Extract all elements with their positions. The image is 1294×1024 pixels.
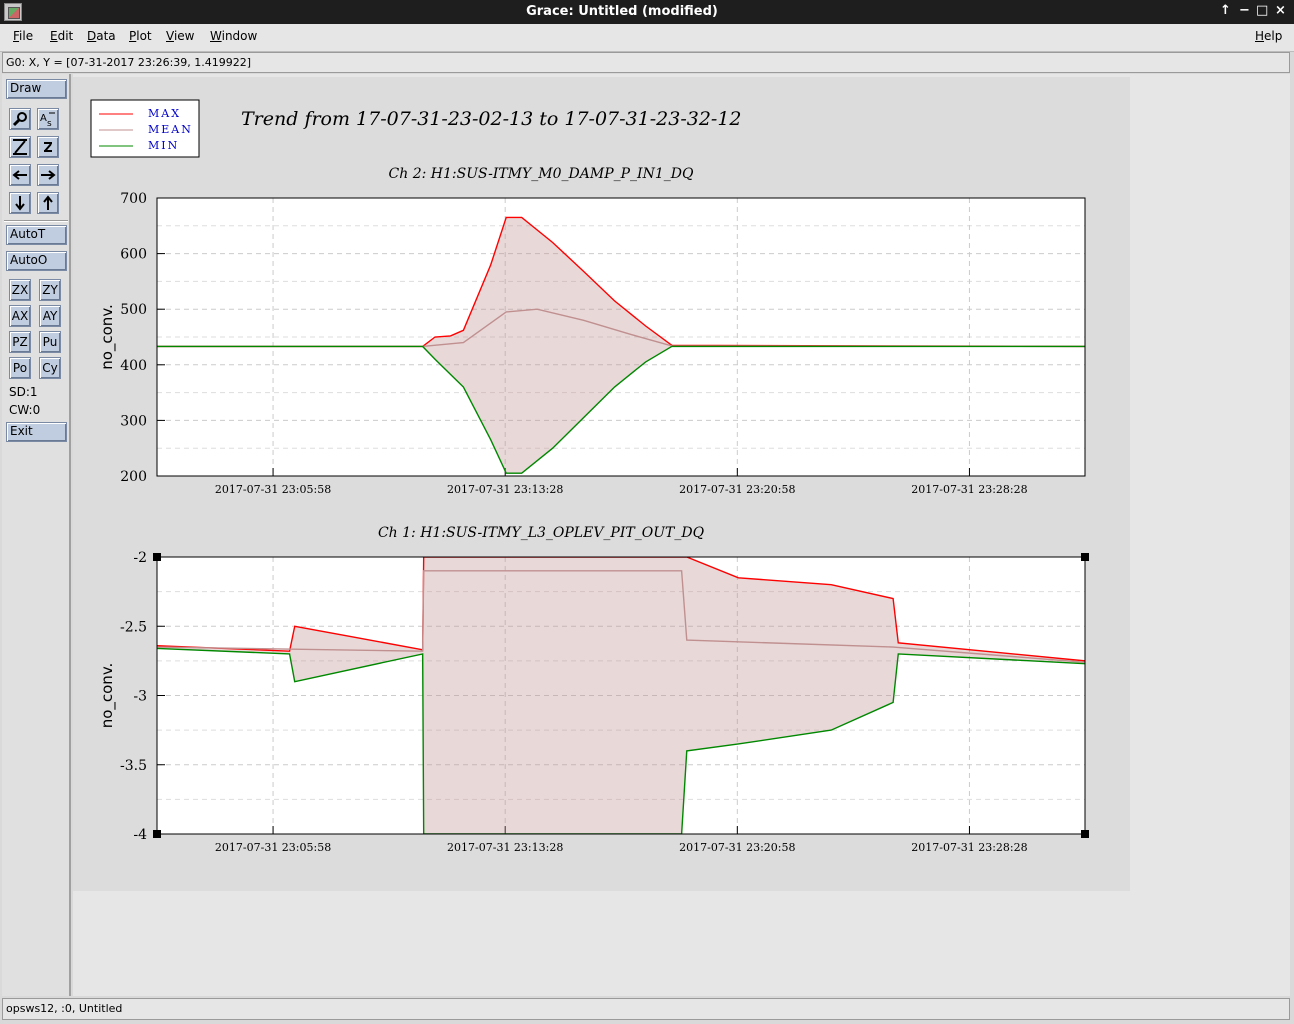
window-title: Grace: Untitled (modified) <box>526 4 718 19</box>
y-tick-label: 700 <box>120 191 147 207</box>
selection-handle[interactable] <box>1081 553 1089 561</box>
menu-edit[interactable]: Edit <box>50 29 73 43</box>
menu-data[interactable]: Data <box>87 29 116 43</box>
x-tick-label: 2017-07-31 23:13:28 <box>447 841 563 854</box>
minimize-window-icon[interactable]: − <box>1239 3 1250 18</box>
autoscale-x-button[interactable]: AX <box>9 305 31 327</box>
zoom-in-icon[interactable] <box>9 136 31 158</box>
x-tick-label: 2017-07-31 23:28:28 <box>911 841 1027 854</box>
legend-label-mean: MEAN <box>148 123 193 136</box>
menu-view[interactable]: View <box>166 29 194 43</box>
autoscale-text-icon[interactable]: As <box>37 108 59 130</box>
chart-title: Ch 2: H1:SUS-ITMY_M0_DAMP_P_IN1_DQ <box>389 166 694 182</box>
svg-text:A: A <box>40 113 47 124</box>
left-arrow-icon[interactable] <box>9 164 31 186</box>
y-tick-label: -3.5 <box>120 758 147 774</box>
up-arrow-icon[interactable] <box>37 192 59 214</box>
zoom-y-button[interactable]: ZY <box>39 279 61 301</box>
current-world-label: CW:0 <box>9 403 41 417</box>
y-tick-label: 300 <box>120 413 147 429</box>
x-tick-label: 2017-07-31 23:20:58 <box>679 841 795 854</box>
legend-label-max: MAX <box>148 107 181 120</box>
y-tick-label: -2 <box>133 550 147 566</box>
tool-panel: Draw As AutoT AutoO ZX ZY AX AY PZ Pu Po… <box>2 74 71 996</box>
push-button[interactable]: Pu <box>39 331 61 353</box>
status-bar: opsws12, :0, Untitled <box>2 998 1290 1020</box>
menu-window[interactable]: Window <box>210 29 257 43</box>
x-tick-label: 2017-07-31 23:13:28 <box>447 483 563 496</box>
menu-file[interactable]: File <box>13 29 33 43</box>
svg-text:s: s <box>47 119 52 127</box>
zoom-x-button[interactable]: ZX <box>9 279 31 301</box>
y-tick-label: 400 <box>120 358 147 374</box>
selection-handle[interactable] <box>153 830 161 838</box>
y-tick-label: -2.5 <box>120 619 147 635</box>
stack-depth-label: SD:1 <box>9 385 38 399</box>
right-arrow-icon[interactable] <box>37 164 59 186</box>
chart-ch1[interactable]: Ch 1: H1:SUS-ITMY_L3_OPLEV_PIT_OUT_DQ -2 -… <box>98 525 1089 854</box>
autotick-button[interactable]: AutoT <box>6 225 67 245</box>
raise-window-icon[interactable]: ↑ <box>1220 3 1231 18</box>
x-tick-label: 2017-07-31 23:28:28 <box>911 483 1027 496</box>
menu-bar: File Edit Data Plot View Window Help <box>0 24 1294 52</box>
close-window-icon[interactable]: × <box>1275 3 1286 18</box>
down-arrow-icon[interactable] <box>9 192 31 214</box>
chart-title: Ch 1: H1:SUS-ITMY_L3_OPLEV_PIT_OUT_DQ <box>378 525 705 541</box>
toolbar-separator <box>4 220 68 222</box>
y-tick-label: 500 <box>120 302 147 318</box>
chart-ch2[interactable]: Ch 2: H1:SUS-ITMY_M0_DAMP_P_IN1_DQ 700 600… <box>98 166 1086 496</box>
push-zoom-button[interactable]: PZ <box>9 331 31 353</box>
legend-label-min: MIN <box>148 139 179 152</box>
autoscale-button[interactable]: AutoO <box>6 251 67 271</box>
x-tick-label: 2017-07-31 23:05:58 <box>215 483 331 496</box>
y-tick-label: 600 <box>120 247 147 263</box>
plot-main-title: Trend from 17-07-31-23-02-13 to 17-07-31… <box>241 108 742 130</box>
selection-handle[interactable] <box>1081 830 1089 838</box>
window-titlebar: Grace: Untitled (modified) ↑ − □ × <box>0 0 1294 24</box>
menu-help[interactable]: Help <box>1255 29 1282 43</box>
selection-handle[interactable] <box>153 553 161 561</box>
zoom-out-icon[interactable] <box>37 136 59 158</box>
draw-button[interactable]: Draw <box>6 79 67 99</box>
y-axis-label: no_conv. <box>98 663 117 729</box>
menu-plot[interactable]: Plot <box>129 29 152 43</box>
y-tick-label: -3 <box>133 689 147 705</box>
graph-page[interactable]: MAX MEAN MIN Trend from 17-07-31-23-02-1… <box>73 77 1130 891</box>
cycle-button[interactable]: Cy <box>39 357 61 379</box>
maximize-window-icon[interactable]: □ <box>1256 3 1268 18</box>
pop-button[interactable]: Po <box>9 357 31 379</box>
zoom-icon[interactable] <box>9 108 31 130</box>
y-tick-label: -4 <box>133 827 147 843</box>
graph-svg: MAX MEAN MIN Trend from 17-07-31-23-02-1… <box>90 99 1089 854</box>
drawing-canvas[interactable]: MAX MEAN MIN Trend from 17-07-31-23-02-1… <box>73 74 1290 996</box>
y-tick-label: 200 <box>120 469 147 485</box>
autoscale-y-button[interactable]: AY <box>39 305 61 327</box>
locator-bar: G0: X, Y = [07-31-2017 23:26:39, 1.41992… <box>2 52 1290 73</box>
x-tick-label: 2017-07-31 23:20:58 <box>679 483 795 496</box>
x-tick-label: 2017-07-31 23:05:58 <box>215 841 331 854</box>
exit-button[interactable]: Exit <box>6 422 67 442</box>
y-axis-label: no_conv. <box>98 304 117 370</box>
